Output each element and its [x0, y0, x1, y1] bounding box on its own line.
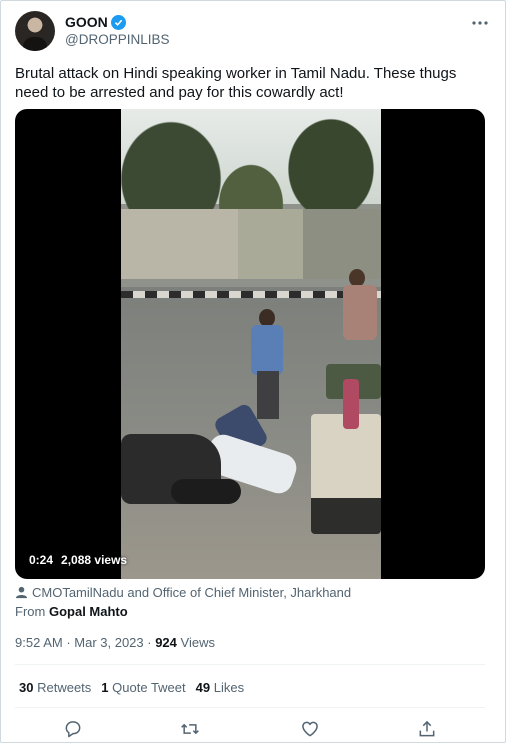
tweet-text: Brutal attack on Hindi speaking worker i… [15, 65, 457, 101]
retweets-count: 30 [19, 680, 34, 695]
video-meta: 0:24 2,088 views [29, 553, 127, 567]
retweet-icon[interactable] [178, 717, 202, 741]
reply-icon[interactable] [61, 717, 85, 741]
action-bar [15, 717, 485, 741]
media-attribution[interactable]: CMOTamilNadu and Office of Chief Ministe… [15, 585, 351, 600]
more-icon[interactable] [470, 13, 490, 33]
video-duration: 0:24 [29, 553, 54, 567]
from-label: From [15, 604, 46, 619]
tweet-card: GOON @DROPPINLIBS Brutal attack on Hindi… [0, 0, 506, 743]
video-views: 2,088 views [61, 553, 128, 567]
source-line: From Gopal Mahto [15, 604, 128, 619]
share-icon[interactable] [415, 717, 439, 741]
tweet-date[interactable]: Mar 3, 2023 [74, 635, 143, 650]
likes-count: 49 [195, 680, 211, 695]
retweets-stat[interactable]: 30 Retweets [19, 680, 91, 695]
retweets-label: Retweets [37, 680, 92, 695]
views-count: 924 [155, 635, 177, 650]
likes-label: Likes [213, 680, 245, 695]
person-icon [15, 586, 28, 599]
divider [15, 664, 485, 665]
video-player[interactable]: 0:24 2,088 views [15, 109, 485, 579]
verified-badge-icon [110, 14, 126, 30]
tweet-time[interactable]: 9:52 AM [15, 635, 63, 650]
video-frame [121, 109, 381, 579]
engagement-stats: 30 Retweets 1 Quote Tweet 49 Likes [19, 680, 244, 695]
quotes-count: 1 [101, 680, 109, 695]
from-name[interactable]: Gopal Mahto [49, 604, 128, 619]
quotes-stat[interactable]: 1 Quote Tweet [101, 680, 185, 695]
avatar[interactable] [15, 11, 55, 51]
views-label: Views [180, 635, 215, 650]
like-icon[interactable] [298, 717, 322, 741]
author-name-row[interactable]: GOON [65, 14, 126, 30]
author-handle[interactable]: @DROPPINLIBS [65, 32, 169, 47]
attribution-text[interactable]: CMOTamilNadu and Office of Chief Ministe… [32, 585, 351, 600]
quotes-label: Quote Tweet [112, 680, 186, 695]
likes-stat[interactable]: 49 Likes [196, 680, 244, 695]
divider [15, 707, 485, 708]
author-name[interactable]: GOON [65, 14, 108, 30]
timestamp-row: 9:52 AM · Mar 3, 2023 · 924 Views [15, 635, 215, 650]
